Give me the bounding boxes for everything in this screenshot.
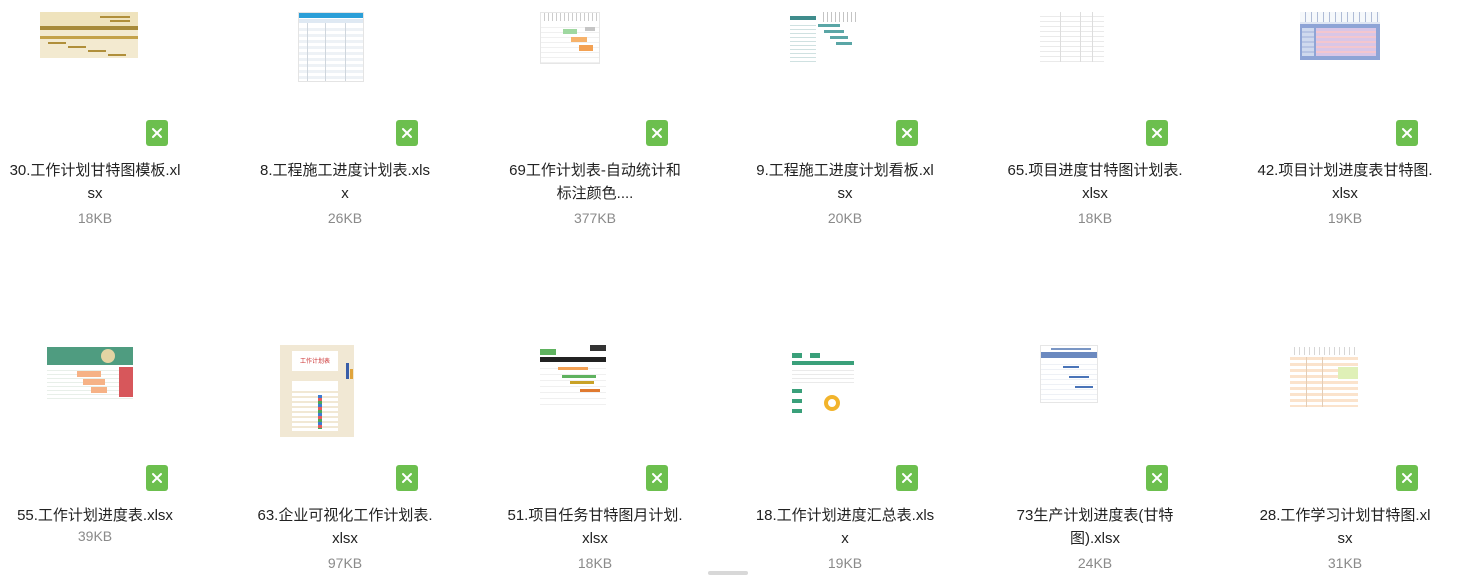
file-tile[interactable]: 73生产计划进度表(甘特 图).xlsx 24KB: [995, 345, 1195, 575]
file-thumbnail: [47, 347, 133, 403]
file-name[interactable]: 9.工程施工进度计划看板.xl sx: [745, 159, 945, 205]
file-size: 31KB: [1327, 555, 1363, 571]
file-tile[interactable]: 55.工作计划进度表.xlsx 39KB: [0, 345, 195, 575]
file-name-line-2: sx: [87, 185, 103, 202]
excel-file-icon: [396, 465, 418, 491]
file-name[interactable]: 42.项目计划进度表甘特图. xlsx: [1245, 159, 1445, 205]
file-name[interactable]: 28.工作学习计划甘特图.xl sx: [1245, 504, 1445, 550]
file-name-line-1: 69工作计划表-自动统计和: [509, 162, 681, 179]
excel-file-icon: [646, 465, 668, 491]
file-tile[interactable]: 工作计划表 63.企业可视化工作计划表. xlsx 97KB: [245, 345, 445, 575]
excel-file-icon: [896, 465, 918, 491]
file-thumbnail: 工作计划表: [280, 345, 354, 437]
file-name-line-1: 51.项目任务甘特图月计划.: [507, 507, 683, 524]
file-name-line-1: 63.企业可视化工作计划表.: [257, 507, 433, 524]
file-name-line-2: xlsx: [582, 530, 608, 547]
file-name-line-1: 73生产计划进度表(甘特: [1016, 507, 1174, 524]
file-size: 19KB: [827, 555, 863, 571]
file-thumbnail: [40, 12, 138, 58]
file-thumbnail: [540, 345, 606, 407]
excel-file-icon: [1396, 465, 1418, 491]
file-size: 18KB: [1077, 210, 1113, 226]
file-name-line-2: 标注颜色....: [556, 185, 634, 202]
file-thumbnail: [790, 351, 856, 417]
file-name[interactable]: 65.项目进度甘特图计划表. xlsx: [995, 159, 1195, 205]
file-name[interactable]: 55.工作计划进度表.xlsx: [0, 504, 195, 527]
file-tile[interactable]: 42.项目计划进度表甘特图. xlsx 19KB: [1245, 0, 1445, 230]
file-size: 39KB: [77, 528, 113, 544]
file-name-line-1: 30.工作计划甘特图模板.xl: [9, 162, 181, 179]
file-tile[interactable]: 9.工程施工进度计划看板.xl sx 20KB: [745, 0, 945, 230]
file-name[interactable]: 30.工作计划甘特图模板.xl sx: [0, 159, 195, 205]
file-tile[interactable]: 65.项目进度甘特图计划表. xlsx 18KB: [995, 0, 1195, 230]
file-size: 24KB: [1077, 555, 1113, 571]
file-name[interactable]: 63.企业可视化工作计划表. xlsx: [245, 504, 445, 550]
scroll-indicator[interactable]: [708, 571, 748, 575]
file-size: 18KB: [77, 210, 113, 226]
file-name[interactable]: 8.工程施工进度计划表.xls x: [245, 159, 445, 205]
excel-file-icon: [146, 465, 168, 491]
file-tile[interactable]: 18.工作计划进度汇总表.xls x 19KB: [745, 345, 945, 575]
file-tile[interactable]: 30.工作计划甘特图模板.xl sx 18KB: [0, 0, 195, 230]
file-thumbnail: [298, 12, 364, 82]
excel-file-icon: [1146, 120, 1168, 146]
file-name-line-2: xlsx: [332, 530, 358, 547]
file-name[interactable]: 69工作计划表-自动统计和 标注颜色....: [495, 159, 695, 205]
file-thumbnail: [540, 12, 600, 64]
file-tile[interactable]: 28.工作学习计划甘特图.xl sx 31KB: [1245, 345, 1445, 575]
file-name-line-1: 18.工作计划进度汇总表.xls: [755, 507, 935, 524]
excel-file-icon: [896, 120, 918, 146]
file-thumbnail: [790, 12, 856, 64]
file-name-line-2: xlsx: [1082, 185, 1108, 202]
excel-file-icon: [1146, 465, 1168, 491]
file-size: 19KB: [1327, 210, 1363, 226]
file-size: 377KB: [573, 210, 617, 226]
file-name-line-2: x: [841, 530, 849, 547]
file-name-line-1: 8.工程施工进度计划表.xls: [259, 162, 430, 179]
file-name[interactable]: 51.项目任务甘特图月计划. xlsx: [495, 504, 695, 550]
file-grid: 30.工作计划甘特图模板.xl sx 18KB 8.工程施工进度计划表.xls …: [0, 0, 1459, 575]
file-name[interactable]: 73生产计划进度表(甘特 图).xlsx: [995, 504, 1195, 550]
file-size: 18KB: [577, 555, 613, 571]
file-thumbnail: [1040, 12, 1104, 64]
file-size: 97KB: [327, 555, 363, 571]
file-thumbnail: [1300, 12, 1380, 60]
file-name-line-2: x: [341, 185, 349, 202]
file-name[interactable]: 18.工作计划进度汇总表.xls x: [745, 504, 945, 550]
thumbnail-title: 工作计划表: [299, 359, 330, 365]
file-name-line-1: 9.工程施工进度计划看板.xl: [756, 162, 934, 179]
file-size: 20KB: [827, 210, 863, 226]
file-name-line-2: sx: [1337, 530, 1353, 547]
file-tile[interactable]: 8.工程施工进度计划表.xls x 26KB: [245, 0, 445, 230]
file-thumbnail: [1040, 345, 1098, 403]
file-tile[interactable]: 51.项目任务甘特图月计划. xlsx 18KB: [495, 345, 695, 575]
excel-file-icon: [146, 120, 168, 146]
excel-file-icon: [1396, 120, 1418, 146]
file-name-line-1: 42.项目计划进度表甘特图.: [1257, 162, 1433, 179]
file-name-line-2: xlsx: [1332, 185, 1358, 202]
file-name-line-2: sx: [837, 185, 853, 202]
file-thumbnail: [1290, 345, 1358, 411]
file-tile[interactable]: 69工作计划表-自动统计和 标注颜色.... 377KB: [495, 0, 695, 230]
file-name-line-2: 图).xlsx: [1070, 530, 1120, 547]
file-name-line-1: 28.工作学习计划甘特图.xl: [1259, 507, 1431, 524]
excel-file-icon: [646, 120, 668, 146]
file-name-line-1: 65.项目进度甘特图计划表.: [1007, 162, 1183, 179]
excel-file-icon: [396, 120, 418, 146]
file-size: 26KB: [327, 210, 363, 226]
file-name-line-1: 55.工作计划进度表.xlsx: [17, 507, 173, 524]
